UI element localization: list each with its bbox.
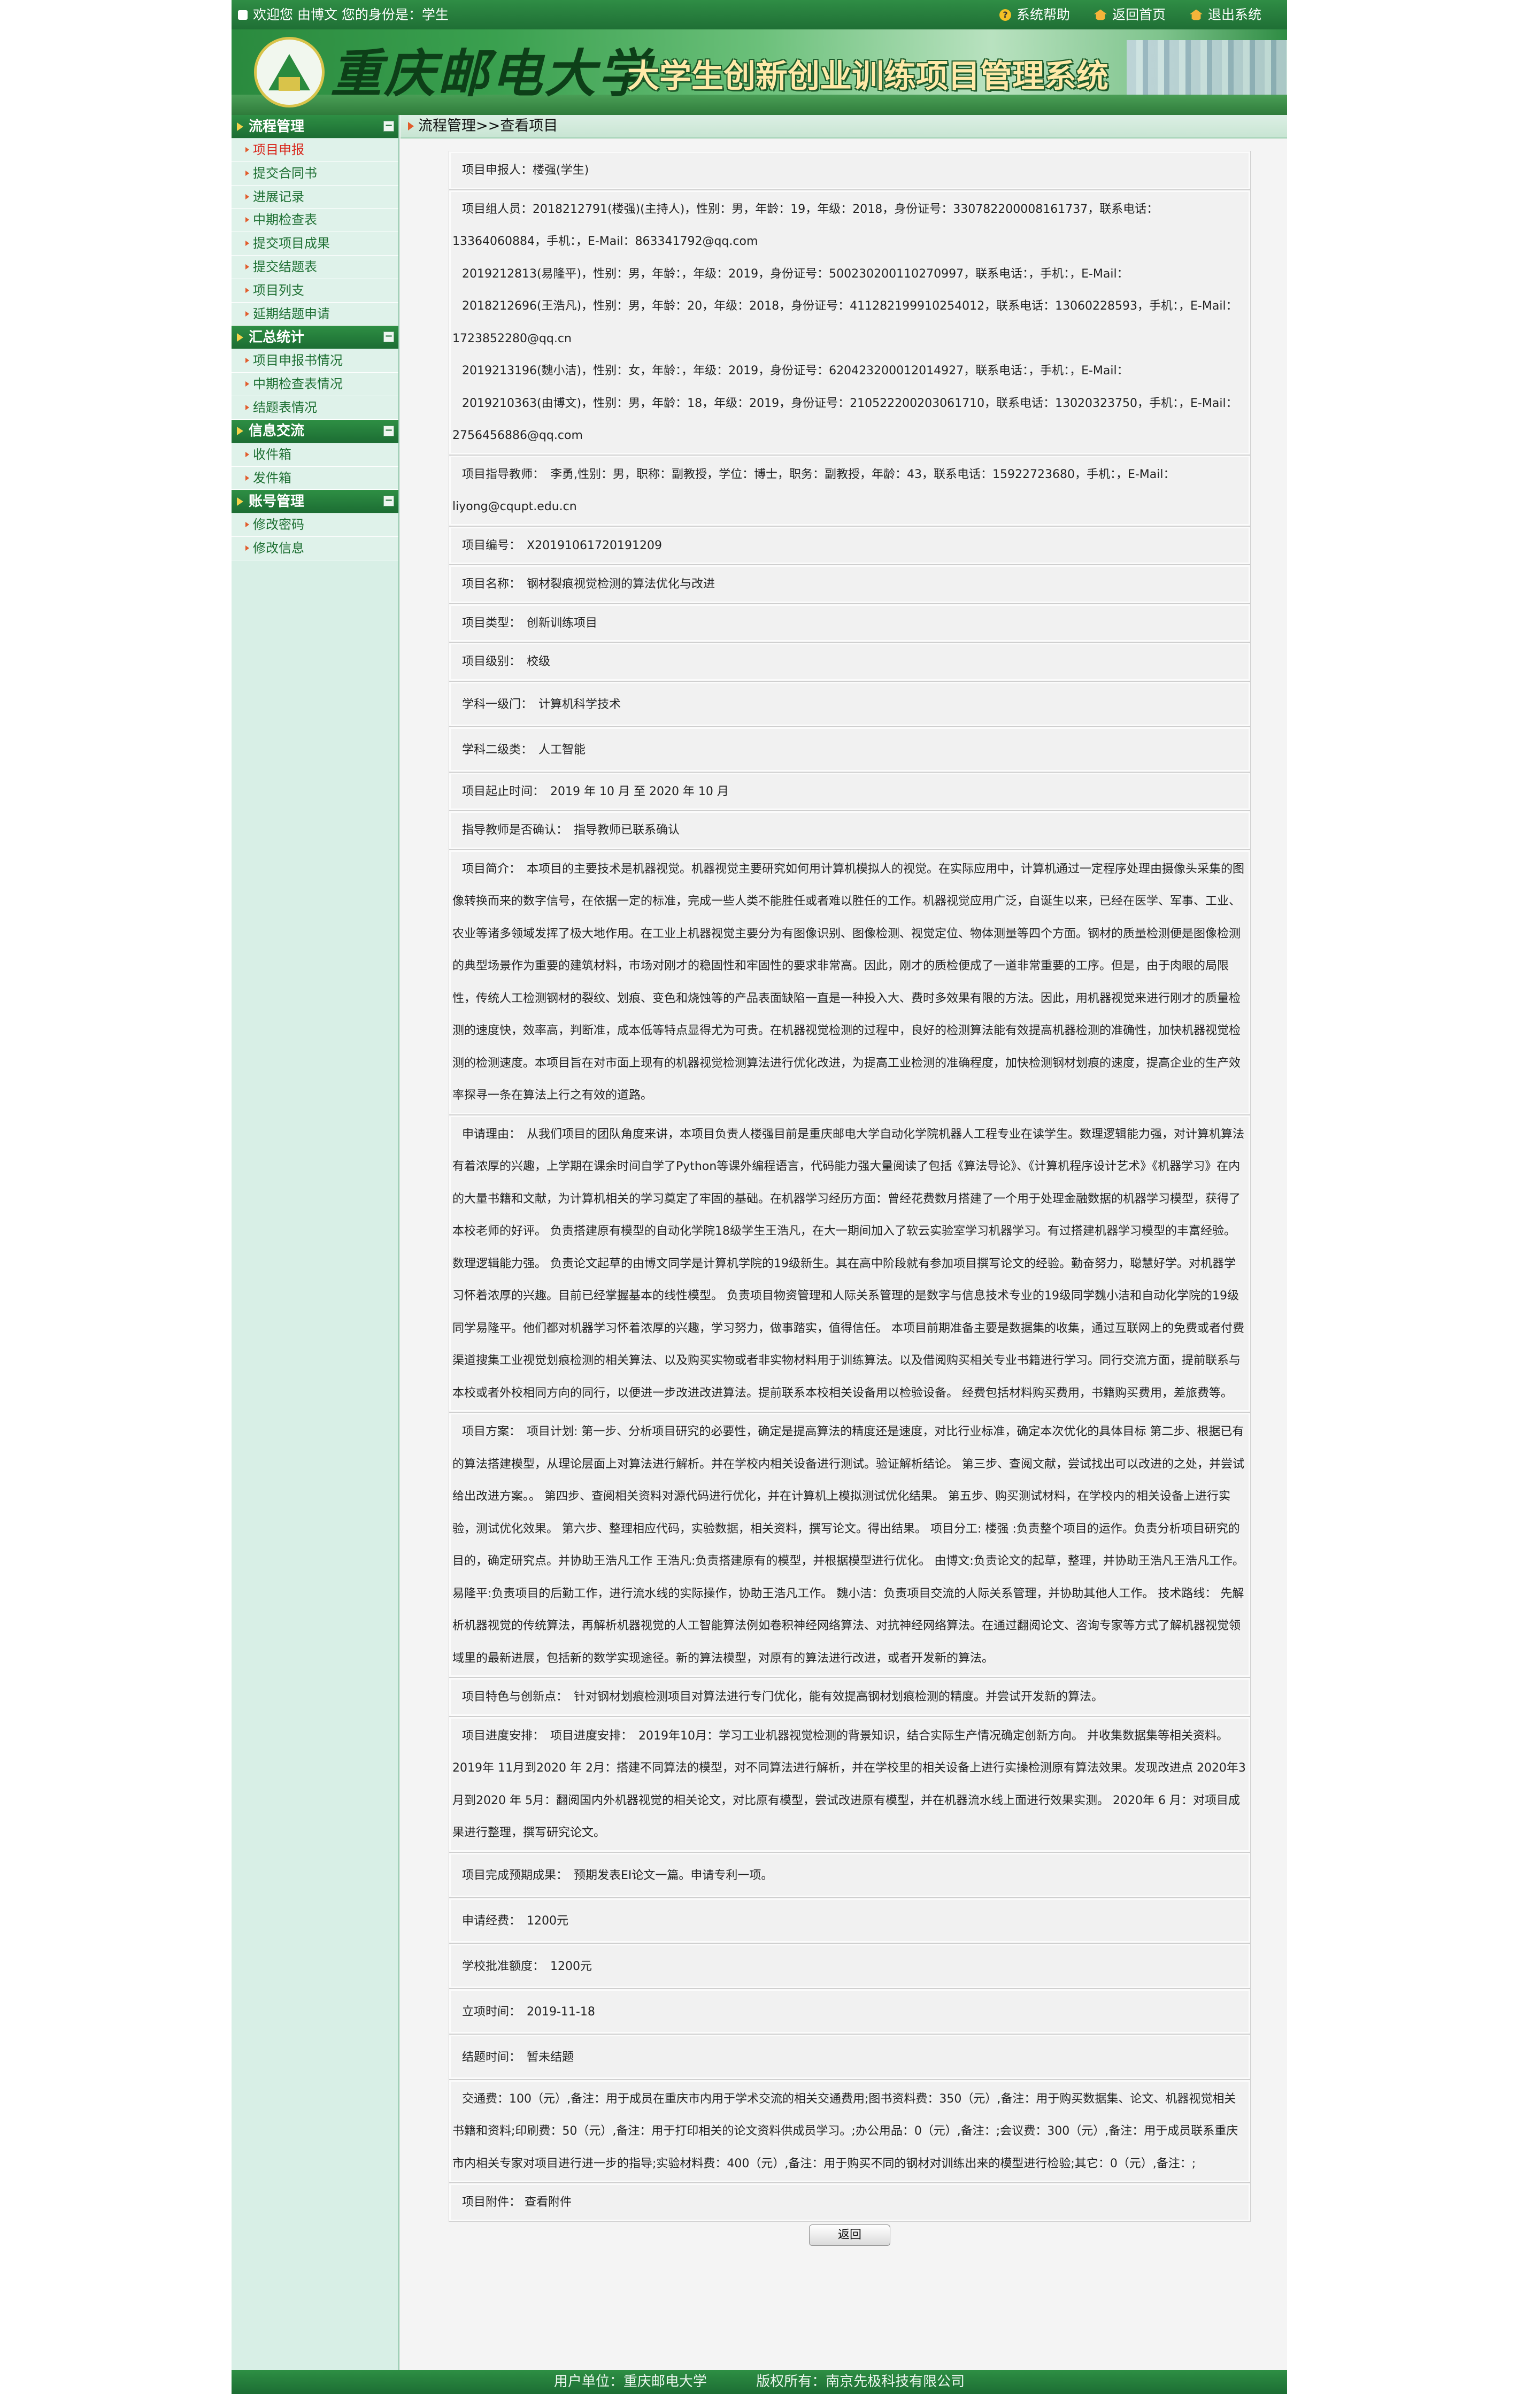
breadcrumb: 流程管理>>查看项目: [401, 115, 1287, 138]
field-project-type: 项目类型： 创新训练项目: [449, 603, 1251, 642]
field-end-date: 结题时间： 暂未结题: [449, 2034, 1251, 2080]
field-subject2: 学科二级类： 人工智能: [449, 726, 1251, 772]
field-project-name: 项目名称： 钢材裂痕视觉检测的算法优化与改进: [449, 565, 1251, 604]
school-logo: [254, 37, 325, 107]
field-funding: 申请经费： 1200元: [449, 1897, 1251, 1943]
field-budget: 交通费：100（元）,备注：用于成员在重庆市内用于学术交流的相关交通费用;图书资…: [449, 2079, 1251, 2183]
field-intro: 项目简介： 本项目的主要技术是机器视觉。机器视觉主要研究如何用计算机模拟人的视觉…: [449, 849, 1251, 1115]
section-header-account[interactable]: 账号管理 −: [232, 490, 398, 514]
sidebar-item-submit-closing[interactable]: 提交结题表: [232, 255, 398, 279]
user-icon: [238, 10, 248, 20]
sidebar-item-project-apply[interactable]: 项目申报: [232, 138, 398, 162]
section-title: 流程管理: [249, 118, 305, 135]
section-title: 信息交流: [249, 423, 305, 440]
help-link[interactable]: ? 系统帮助: [999, 0, 1070, 29]
arrow-icon: [237, 122, 243, 131]
field-plan: 项目方案： 项目计划: 第一步、分析项目研究的必要性，确定是提高算法的精度还是速…: [449, 1412, 1251, 1677]
sidebar-item-outbox[interactable]: 发件箱: [232, 466, 398, 490]
logout-link[interactable]: 退出系统: [1189, 0, 1261, 29]
sidebar-item-edit-info[interactable]: 修改信息: [232, 537, 398, 560]
field-project-number: 项目编号： X20191061720191209: [449, 526, 1251, 565]
footer-user-unit: 用户单位：重庆邮电大学: [553, 2374, 707, 2390]
home-label: 返回首页: [1112, 7, 1166, 22]
field-attachment: 项目附件： 查看附件: [449, 2183, 1251, 2222]
field-applicant: 项目申报人：楼强(学生): [449, 151, 1251, 190]
sidebar-item-inbox[interactable]: 收件箱: [232, 443, 398, 467]
sidebar-item-expenses[interactable]: 项目列支: [232, 279, 398, 303]
collapse-icon[interactable]: −: [383, 332, 394, 343]
arrow-icon: [237, 497, 243, 506]
view-attachment-link[interactable]: 查看附件: [525, 2196, 572, 2209]
field-reason: 申请理由： 从我们项目的团队角度来讲，本项目负责人楼强目前是重庆邮电大学自动化学…: [449, 1114, 1251, 1412]
member-row: 2019212813(易隆平)，性别：男，年龄：，年级：2019，身份证号：50…: [462, 267, 1129, 281]
sidebar-item-closing-status[interactable]: 结题表情况: [232, 396, 398, 420]
field-features: 项目特色与创新点： 针对钢材划痕检测项目对算法进行专门优化，能有效提高钢材划痕检…: [449, 1677, 1251, 1716]
member-row: 2019213196(魏小洁)，性别：女，年龄：，年级：2019，身份证号：62…: [462, 364, 1129, 378]
member-row: 2018212696(王浩凡)，性别：男，年龄：20，年级：2018，身份证号：…: [452, 299, 1238, 345]
arrow-icon: [408, 122, 414, 130]
member-row: 项目组人员：2018212791(楼强)(主持人)，性别：男，年龄：19，年级：…: [452, 202, 1159, 249]
footer: 用户单位：重庆邮电大学 版权所有：南京先极科技有限公司: [232, 2370, 1287, 2394]
field-project-level: 项目级别： 校级: [449, 642, 1251, 681]
sidebar-item-extension[interactable]: 延期结题申请: [232, 302, 398, 326]
sidebar-item-midterm-form[interactable]: 中期检查表: [232, 209, 398, 233]
arrow-icon: [237, 333, 243, 342]
school-name: 重庆邮电大学: [330, 43, 651, 104]
system-title: 大学生创新创业训练项目管理系统: [627, 58, 1108, 95]
welcome-area: 欢迎您 由博文 您的身份是：学生: [238, 0, 449, 29]
field-members: 项目组人员：2018212791(楼强)(主持人)，性别：男，年龄：19，年级：…: [449, 189, 1251, 455]
home-link[interactable]: 返回首页: [1094, 0, 1166, 29]
field-approved: 学校批准额度： 1200元: [449, 1943, 1251, 1989]
section-title: 账号管理: [249, 493, 305, 510]
section-header-process[interactable]: 流程管理 −: [232, 115, 398, 138]
field-start-date: 立项时间： 2019-11-18: [449, 1988, 1251, 2034]
project-detail: 项目申报人：楼强(学生) 项目组人员：2018212791(楼强)(主持人)，性…: [449, 151, 1251, 2249]
footer-copyright: 版权所有：南京先极科技有限公司: [756, 2374, 965, 2390]
sidebar-item-midterm-status[interactable]: 中期检查表情况: [232, 373, 398, 396]
field-schedule: 项目进度安排： 项目进度安排： 2019年10月：学习工业机器视觉检测的背景知识…: [449, 1716, 1251, 1852]
top-links: ? 系统帮助 返回首页 退出系统: [975, 0, 1261, 29]
home-icon: [1094, 9, 1107, 20]
return-bar: 返回: [449, 2222, 1251, 2249]
collapse-icon[interactable]: −: [383, 121, 394, 132]
sidebar: 流程管理 − 项目申报 提交合同书 进展记录 中期检查表 提交项目成果 提交结题表…: [232, 115, 399, 2370]
collapse-icon[interactable]: −: [383, 425, 394, 436]
welcome-text: 欢迎您 由博文 您的身份是：学生: [253, 7, 449, 22]
logout-icon: [1189, 9, 1203, 20]
field-advisor: 项目指导教师： 李勇,性别：男，职称：副教授，学位：博士，职务：副教授，年龄：4…: [449, 455, 1251, 526]
help-icon: ?: [999, 9, 1011, 21]
arrow-icon: [237, 427, 243, 436]
sidebar-item-apply-status[interactable]: 项目申报书情况: [232, 349, 398, 373]
top-bar: 欢迎您 由博文 您的身份是：学生 ? 系统帮助 返回首页 退出系统: [232, 0, 1287, 29]
field-expected: 项目完成预期成果： 预期发表EI论文一篇。申请专利一项。: [449, 1852, 1251, 1898]
collapse-icon[interactable]: −: [383, 496, 394, 507]
member-row: 2019210363(由博文)，性别：男，年龄：18，年级：2019，身份证号：…: [452, 396, 1238, 443]
attachment-label: 项目附件：: [462, 2196, 521, 2209]
section-header-messages[interactable]: 信息交流 −: [232, 419, 398, 443]
field-subject1: 学科一级门： 计算机科学技术: [449, 681, 1251, 727]
field-period: 项目起止时间： 2019 年 10 月 至 2020 年 10 月: [449, 772, 1251, 811]
section-header-statistics[interactable]: 汇总统计 −: [232, 326, 398, 350]
breadcrumb-text: 流程管理>>查看项目: [418, 118, 558, 134]
page-frame: 欢迎您 由博文 您的身份是：学生 ? 系统帮助 返回首页 退出系统 重庆邮电大学 …: [232, 0, 1287, 2394]
return-button[interactable]: 返回: [809, 2224, 890, 2246]
logout-label: 退出系统: [1207, 7, 1261, 22]
field-advisor-confirm: 指导教师是否确认： 指导教师已联系确认: [449, 811, 1251, 850]
section-title: 汇总统计: [249, 329, 305, 345]
sidebar-item-change-password[interactable]: 修改密码: [232, 513, 398, 537]
sidebar-item-submit-contract[interactable]: 提交合同书: [232, 161, 398, 186]
sidebar-item-submit-results[interactable]: 提交项目成果: [232, 232, 398, 256]
sidebar-item-progress-log[interactable]: 进展记录: [232, 185, 398, 209]
help-label: 系统帮助: [1016, 7, 1070, 22]
header-banner: 重庆邮电大学 大学生创新创业训练项目管理系统: [232, 29, 1287, 115]
